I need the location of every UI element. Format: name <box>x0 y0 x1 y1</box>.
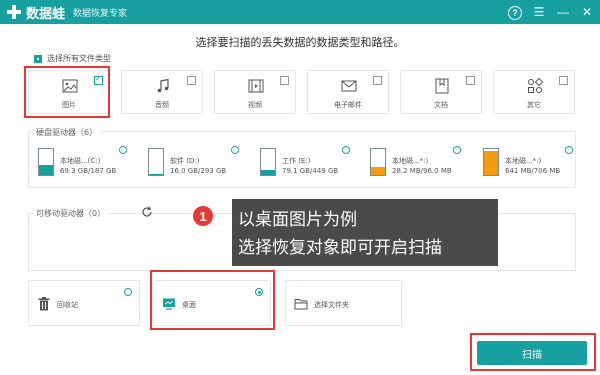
file-type-label: 视频 <box>248 101 262 109</box>
file-type-video[interactable]: 视频 <box>214 70 296 114</box>
app-logo: 数据蛙 数据恢复专家 <box>6 3 127 22</box>
menu-button[interactable]: ☰ <box>530 3 548 21</box>
desktop-icon <box>163 298 175 310</box>
location-radio[interactable] <box>124 288 132 296</box>
drive-size: 641 MB/706 MB <box>505 167 561 175</box>
file-type-image[interactable]: 图片 <box>28 70 110 114</box>
location-desktop[interactable]: 桌面 <box>153 280 271 326</box>
select-all-label: 选择所有文件类型 <box>47 54 111 63</box>
drive-icon <box>148 148 164 176</box>
drive-radio[interactable] <box>119 146 127 154</box>
file-type-label: 文档 <box>434 101 448 109</box>
location-label: 桌面 <box>182 301 196 309</box>
file-type-label: 电子邮件 <box>334 101 362 109</box>
video-checkbox[interactable] <box>280 76 289 85</box>
location-choose-folder[interactable]: 选择文件夹 <box>285 280 402 326</box>
file-type-label: 音频 <box>155 101 169 109</box>
tooltip-line-1: 以桌面图片为例 <box>238 210 357 230</box>
file-type-label: 图片 <box>62 101 76 109</box>
recycle-bin-icon <box>38 297 50 311</box>
select-all-checkbox[interactable]: 选择所有文件类型 <box>34 53 111 64</box>
location-label: 选择文件夹 <box>314 301 349 309</box>
minimize-button[interactable]: — <box>554 3 572 21</box>
audio-icon <box>157 78 169 93</box>
hard-drives-title: 硬盘驱动器（6） <box>33 127 101 138</box>
drive-radio[interactable] <box>565 146 573 154</box>
app-name: 数据蛙 <box>26 6 66 22</box>
folder-icon <box>294 299 308 310</box>
file-type-other[interactable]: 其它 <box>493 70 575 114</box>
location-radio[interactable] <box>255 288 263 296</box>
step-number-badge: 1 <box>192 205 214 227</box>
drive-icon <box>260 148 276 176</box>
other-checkbox[interactable] <box>559 76 568 85</box>
drive-name: 软件 (D:) <box>170 157 200 165</box>
video-icon <box>248 79 264 93</box>
title-bar: 数据蛙 数据恢复专家 ? ☰ — ✕ <box>0 0 600 24</box>
location-recycle-bin[interactable]: 回收站 <box>28 280 140 326</box>
tooltip-line-2: 选择恢复对象即可开启扫描 <box>238 238 442 258</box>
logo-cross-icon <box>6 4 22 20</box>
file-type-label: 其它 <box>527 101 541 109</box>
checkbox-icon <box>34 54 42 63</box>
refresh-icon[interactable] <box>141 206 153 218</box>
audio-checkbox[interactable] <box>187 76 196 85</box>
drive-name: 本地磁...(C:) <box>60 157 101 165</box>
drive-name: 本地磁...*:) <box>505 157 542 165</box>
file-type-email[interactable]: 电子邮件 <box>307 70 389 114</box>
image-checkbox[interactable] <box>94 74 103 85</box>
scan-button[interactable]: 扫描 <box>477 341 587 365</box>
location-label: 回收站 <box>57 301 78 309</box>
other-icon <box>528 78 543 93</box>
document-icon <box>435 78 449 94</box>
email-checkbox[interactable] <box>373 76 382 85</box>
file-type-audio[interactable]: 音频 <box>121 70 203 114</box>
drive-size: 16.0 GB/293 GB <box>170 167 227 175</box>
drive-radio[interactable] <box>342 146 350 154</box>
document-checkbox[interactable] <box>466 76 475 85</box>
help-icon: ? <box>508 6 522 20</box>
removable-drives-title: 可移动驱动器（0） <box>33 208 109 219</box>
drive-radio[interactable] <box>453 146 461 154</box>
drive-icon <box>38 148 54 176</box>
instruction-text: 选择要扫描的丢失数据的数据类型和路径。 <box>195 36 405 49</box>
file-type-document[interactable]: 文档 <box>400 70 482 114</box>
drive-size: 28.2 MB/96.0 MB <box>392 167 452 175</box>
drive-name: 工作 (E:) <box>282 157 311 165</box>
image-icon <box>62 79 78 93</box>
drive-radio[interactable] <box>231 146 239 154</box>
email-icon <box>341 80 357 92</box>
help-button[interactable]: ? <box>506 3 524 21</box>
drive-icon <box>483 148 499 176</box>
drive-size: 69.3 GB/187 GB <box>60 167 117 175</box>
app-subtitle: 数据恢复专家 <box>73 8 128 19</box>
drive-size: 79.1 GB/449 GB <box>282 167 339 175</box>
close-button[interactable]: ✕ <box>578 3 596 21</box>
drive-icon <box>370 148 386 176</box>
drive-name: 本地磁...*:) <box>392 157 429 165</box>
